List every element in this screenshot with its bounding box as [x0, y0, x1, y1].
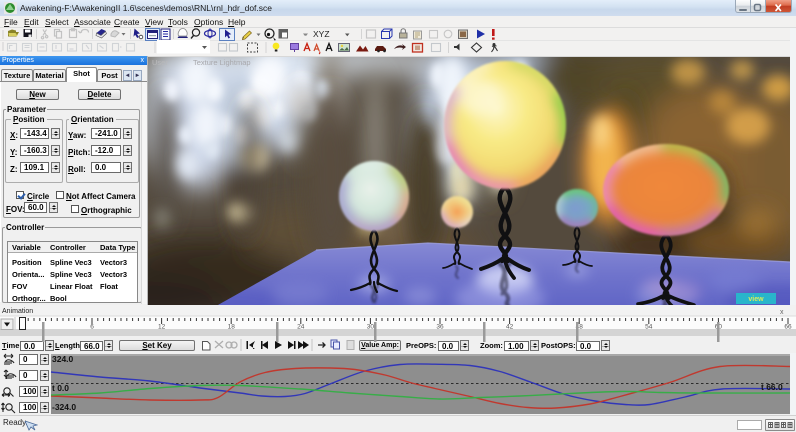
svg-text:Texture Lightmap: Texture Lightmap: [193, 58, 251, 67]
svg-text:t 0.0: t 0.0: [52, 383, 69, 393]
svg-text:66: 66: [784, 324, 792, 331]
svg-text:XYZ: XYZ: [313, 29, 330, 39]
svg-text:-324.0: -324.0: [52, 402, 76, 412]
svg-text:24: 24: [297, 324, 305, 331]
svg-text:Animation: Animation: [2, 308, 33, 315]
svg-text:view: view: [748, 296, 764, 303]
svg-text:54: 54: [645, 324, 653, 331]
svg-text:User: User: [152, 58, 168, 67]
svg-text:6: 6: [90, 324, 94, 331]
svg-text:324.0: 324.0: [52, 354, 74, 364]
svg-text:x: x: [780, 309, 784, 316]
svg-text:36: 36: [436, 324, 444, 331]
svg-text:42: 42: [506, 324, 514, 331]
svg-text:t 66.0: t 66.0: [761, 382, 783, 392]
svg-text:12: 12: [158, 324, 166, 331]
svg-text:18: 18: [228, 324, 236, 331]
svg-text:30: 30: [367, 324, 375, 331]
